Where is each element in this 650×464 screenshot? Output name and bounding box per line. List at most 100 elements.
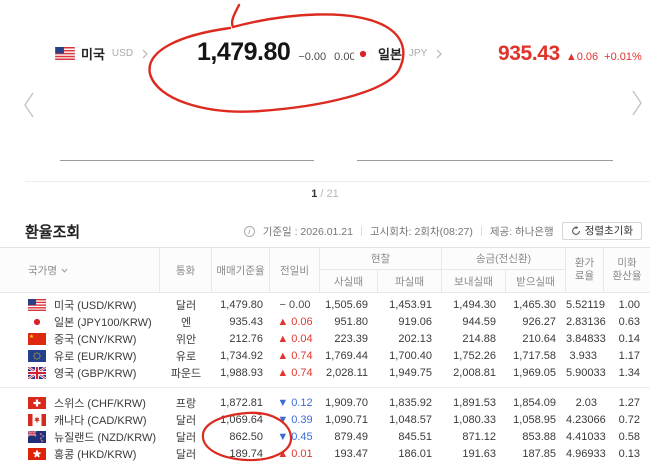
daily-change-cell: ▼ 0.12 xyxy=(270,397,320,409)
cash-buy-cell: 951.80 xyxy=(320,316,378,328)
currency-name-cell: 달러 xyxy=(160,429,212,445)
fee-rate-cell: 5.90033 xyxy=(566,367,604,379)
currency-name-cell: 엔 xyxy=(160,314,212,330)
daily-change-cell: ▲ 0.74 xyxy=(270,367,320,379)
base-rate-cell: 1,069.64 xyxy=(212,414,270,426)
fee-rate-cell: 3.933 xyxy=(566,350,604,362)
cash-sell-cell: 1,949.75 xyxy=(378,367,442,379)
base-rate-cell: 1,872.81 xyxy=(212,397,270,409)
sort-caret-icon xyxy=(61,268,68,273)
transfer-receive-cell: 853.88 xyxy=(506,431,566,443)
base-rate-cell: 1,479.80 xyxy=(212,299,270,311)
currency-name-cell: 달러 xyxy=(160,297,212,313)
fee-rate-cell: 3.84833 xyxy=(566,333,604,345)
transfer-receive-cell: 1,717.58 xyxy=(506,350,566,362)
transfer-send-cell: 1,080.33 xyxy=(442,414,506,426)
jpy-change-value: ▲0.06 xyxy=(566,51,598,63)
usd-conversion-cell: 1.27 xyxy=(604,397,650,409)
currency-name-cell: 달러 xyxy=(160,412,212,428)
transfer-send-cell: 1,494.30 xyxy=(442,299,506,311)
header-cash-sell: 파실때 xyxy=(378,270,442,292)
carousel-next-button[interactable] xyxy=(630,88,646,118)
cash-buy-cell: 1,090.71 xyxy=(320,414,378,426)
daily-change-cell: ▲ 0.74 xyxy=(270,350,320,362)
fee-rate-cell: 5.52119 xyxy=(566,299,604,311)
cash-buy-cell: 1,909.70 xyxy=(320,397,378,409)
currency-name-cell: 프랑 xyxy=(160,395,212,411)
fee-rate-cell: 2.83136 xyxy=(566,316,604,328)
usd-code-label: USD xyxy=(112,48,133,59)
cash-buy-cell: 223.39 xyxy=(320,333,378,345)
transfer-send-cell: 191.63 xyxy=(442,448,506,460)
table-row[interactable]: 유로 (EUR/KRW) 유로 1,734.92 ▲ 0.74 1,769.44… xyxy=(0,347,650,364)
daily-change-cell: ▼ 0.39 xyxy=(270,414,320,426)
usd-summary-link[interactable]: 미국 USD xyxy=(55,44,148,63)
country-pair-label: 뉴질랜드 (NZD/KRW) xyxy=(54,429,156,445)
currency-name-cell: 위안 xyxy=(160,331,212,347)
transfer-send-cell: 1,891.53 xyxy=(442,397,506,409)
table-header: 국가명 통화 매매기준율 전일비 현찰 송금(전신환) 사실때 파실때 보내실때… xyxy=(0,247,650,293)
eu-flag-icon xyxy=(28,350,46,362)
header-country-label: 국가명 xyxy=(28,263,57,278)
jpy-summary-link[interactable]: 일본 JPY xyxy=(354,44,442,63)
transfer-send-cell: 1,752.26 xyxy=(442,350,506,362)
exchange-rate-table: 국가명 통화 매매기준율 전일비 현찰 송금(전신환) 사실때 파실때 보내실때… xyxy=(0,247,650,462)
usd-conversion-cell: 0.14 xyxy=(604,333,650,345)
transfer-receive-cell: 1,854.09 xyxy=(506,397,566,409)
table-row[interactable]: 뉴질랜드 (NZD/KRW) 달러 862.50 ▼ 0.45 879.49 8… xyxy=(0,428,650,445)
cn-flag-icon xyxy=(28,333,46,345)
usd-rate-display: 1,479.80 −0.00 0.00% xyxy=(197,38,365,67)
jpy-country-label: 일본 xyxy=(378,44,402,63)
section-divider xyxy=(25,181,650,182)
transfer-send-cell: 214.88 xyxy=(442,333,506,345)
cash-buy-cell: 1,505.69 xyxy=(320,299,378,311)
table-row[interactable]: 미국 (USD/KRW) 달러 1,479.80 − 0.00 1,505.69… xyxy=(0,296,650,313)
usd-conversion-cell: 1.17 xyxy=(604,350,650,362)
table-row[interactable]: 영국 (GBP/KRW) 파운드 1,988.93 ▲ 0.74 2,028.1… xyxy=(0,364,650,381)
base-rate-cell: 1,988.93 xyxy=(212,367,270,379)
sort-reset-button[interactable]: 정렬초기화 xyxy=(562,222,642,241)
country-pair-label: 중국 (CNY/KRW) xyxy=(54,331,136,347)
base-rate-cell: 212.76 xyxy=(212,333,270,345)
country-pair-label: 홍콩 (HKD/KRW) xyxy=(54,446,136,462)
transfer-send-cell: 871.12 xyxy=(442,431,506,443)
table-group-divider xyxy=(0,387,650,388)
cash-sell-cell: 1,700.40 xyxy=(378,350,442,362)
usd-conversion-cell: 0.58 xyxy=(604,431,650,443)
table-row[interactable]: 스위스 (CHF/KRW) 프랑 1,872.81 ▼ 0.12 1,909.7… xyxy=(0,394,650,411)
cash-buy-cell: 1,769.44 xyxy=(320,350,378,362)
chevron-right-icon xyxy=(142,49,148,59)
info-separator xyxy=(361,226,362,236)
exchange-rate-page: 미국 USD 1,479.80 −0.00 0.00% 일본 JPY 935.4… xyxy=(0,0,650,464)
usd-conversion-cell: 1.00 xyxy=(604,299,650,311)
cash-sell-cell: 845.51 xyxy=(378,431,442,443)
table-row[interactable]: 캐나다 (CAD/KRW) 달러 1,069.64 ▼ 0.39 1,090.7… xyxy=(0,411,650,428)
cash-sell-cell: 202.13 xyxy=(378,333,442,345)
usd-conversion-cell: 1.34 xyxy=(604,367,650,379)
cash-sell-cell: 919.06 xyxy=(378,316,442,328)
table-row[interactable]: 홍콩 (HKD/KRW) 달러 189.74 ▲ 0.01 193.47 186… xyxy=(0,445,650,462)
refresh-icon xyxy=(571,226,581,236)
header-country-sort[interactable]: 국가명 xyxy=(0,248,160,292)
jpy-code-label: JPY xyxy=(409,48,427,59)
country-pair-label: 일본 (JPY100/KRW) xyxy=(54,314,152,330)
transfer-receive-cell: 1,969.05 xyxy=(506,367,566,379)
base-rate-cell: 935.43 xyxy=(212,316,270,328)
header-change: 전일비 xyxy=(270,248,320,292)
country-pair-label: 영국 (GBP/KRW) xyxy=(54,365,136,381)
table-row[interactable]: 중국 (CNY/KRW) 위안 212.76 ▲ 0.04 223.39 202… xyxy=(0,330,650,347)
header-send: 보내실때 xyxy=(442,270,506,292)
transfer-receive-cell: 1,058.95 xyxy=(506,414,566,426)
daily-change-cell: − 0.00 xyxy=(270,299,320,311)
base-date-label: 기준일 : 2026.01.21 xyxy=(263,224,353,239)
carousel-prev-button[interactable] xyxy=(22,90,38,120)
usd-country-label: 미국 xyxy=(81,44,105,63)
ca-flag-icon xyxy=(28,414,46,426)
usd-rate-value: 1,479.80 xyxy=(197,38,290,67)
cash-sell-cell: 1,453.91 xyxy=(378,299,442,311)
usd-change-value: −0.00 xyxy=(298,51,326,63)
currency-name-cell: 유로 xyxy=(160,348,212,364)
table-row[interactable]: 일본 (JPY100/KRW) 엔 935.43 ▲ 0.06 951.80 9… xyxy=(0,313,650,330)
rate-table-body: 미국 (USD/KRW) 달러 1,479.80 − 0.00 1,505.69… xyxy=(0,293,650,462)
header-cash-buy: 사실때 xyxy=(320,270,378,292)
